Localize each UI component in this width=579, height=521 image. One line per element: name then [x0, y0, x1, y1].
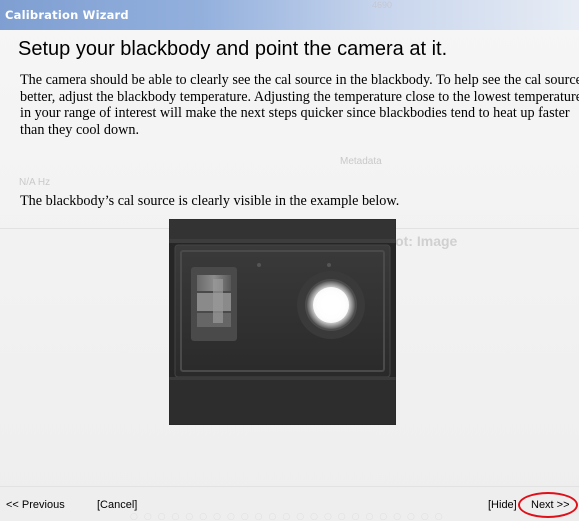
step-heading: Setup your blackbody and point the camer… [18, 38, 448, 60]
window-title: Calibration Wizard [5, 8, 129, 22]
instructions-paragraph: The camera should be able to clearly see… [20, 72, 579, 138]
example-caption: The blackbody’s cal source is clearly vi… [20, 193, 400, 209]
example-camera-image [169, 219, 396, 425]
background-rate-label: N/A Hz [19, 177, 51, 188]
background-dot-strip: ○○○○○○○○○○○○○○○○○○○○○○○ [130, 512, 449, 521]
background-top-value: 4690 [372, 0, 393, 10]
title-bar[interactable]: Calibration Wizard 4690 [0, 0, 579, 30]
calibration-wizard-window: Metadata N/A Hz Temporal Plot: Image Cal… [0, 0, 579, 521]
hide-button[interactable]: [Hide] [488, 499, 517, 511]
previous-button[interactable]: << Previous [6, 499, 65, 511]
background-metadata-label: Metadata [340, 156, 382, 167]
next-highlight-circle [518, 492, 578, 518]
cancel-button[interactable]: [Cancel] [97, 499, 137, 511]
background-divider [0, 486, 579, 487]
